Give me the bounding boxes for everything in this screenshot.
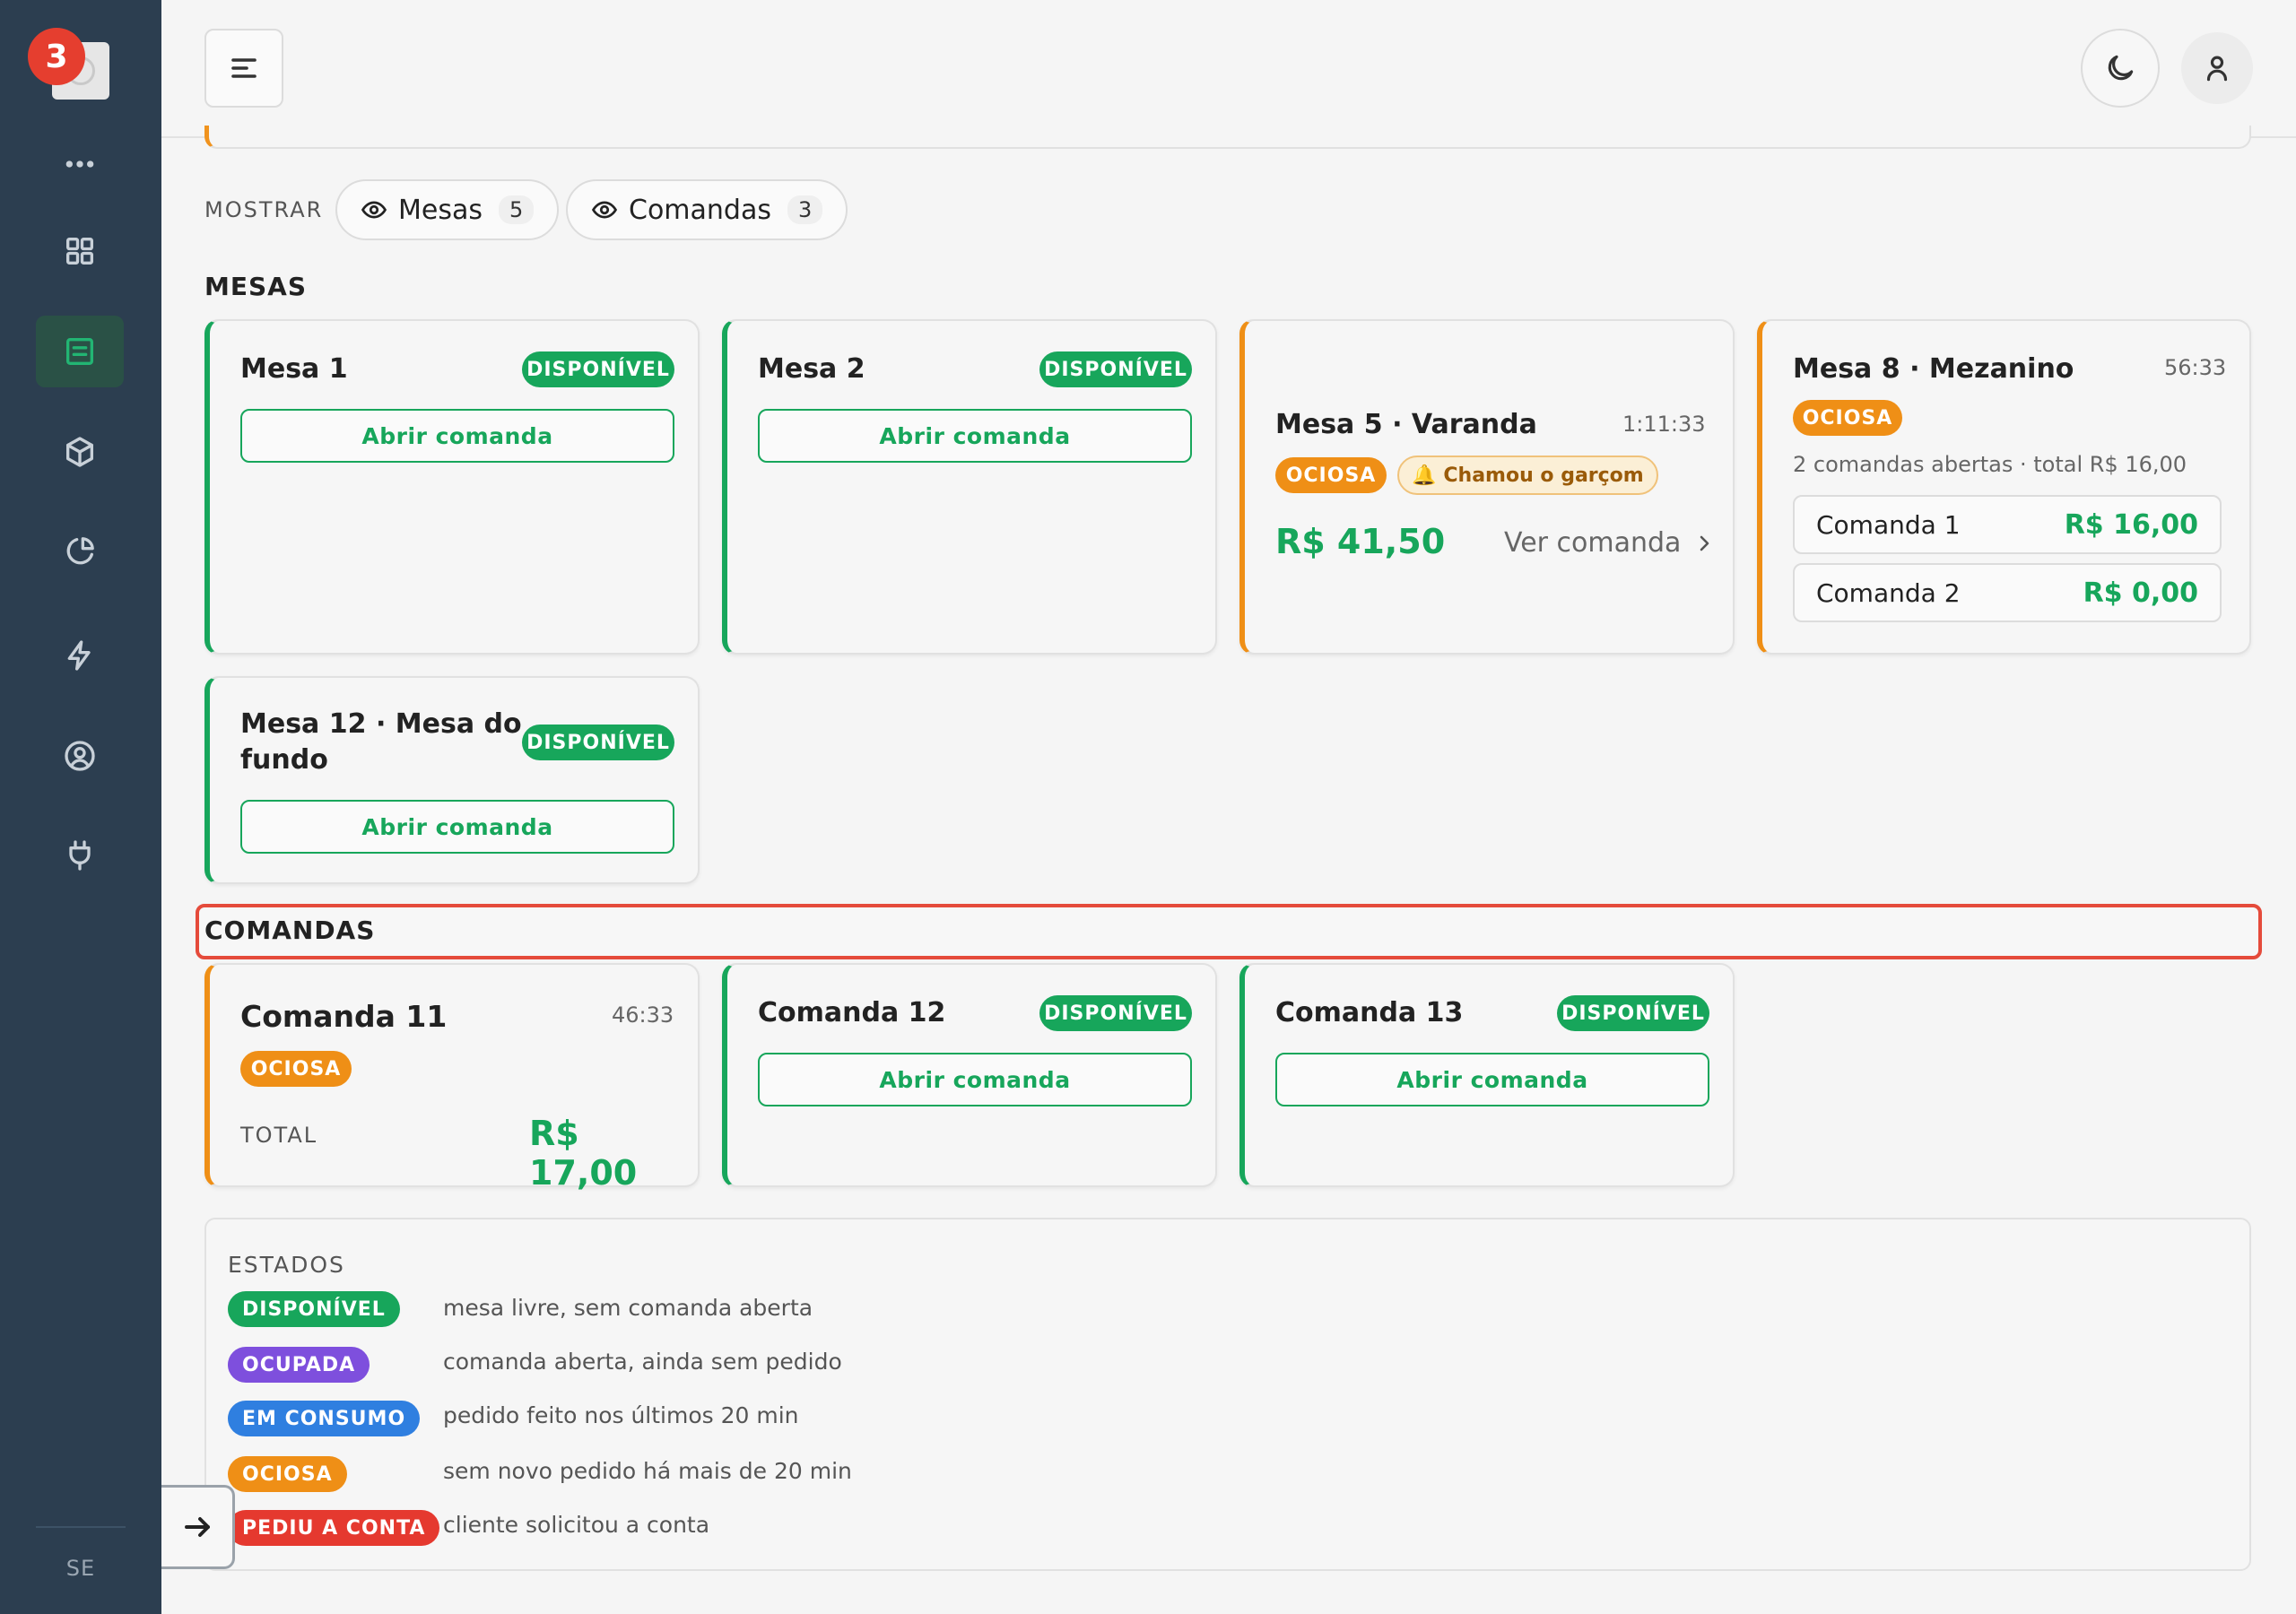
status-badge: DISPONÍVEL <box>1039 995 1192 1031</box>
menu-icon <box>231 58 257 78</box>
comanda-name: Comanda 13 <box>1275 997 1464 1028</box>
status-badge: OCIOSA <box>1275 457 1387 493</box>
moon-icon <box>2108 55 2134 81</box>
mesa-name: Mesa 1 <box>240 353 348 385</box>
mesa-total-price: R$ 41,50 <box>1275 522 1446 561</box>
theme-toggle-button[interactable] <box>2081 29 2160 108</box>
status-badge: DISPONÍVEL <box>1557 995 1709 1031</box>
sub-comanda-name: Comanda 2 <box>1816 577 1961 608</box>
eye-icon <box>591 201 618 219</box>
legend-badge-ociosa: OCIOSA <box>228 1456 347 1492</box>
sidebar-expand-button[interactable] <box>161 1485 235 1569</box>
eye-icon <box>361 201 387 219</box>
sub-comanda-row[interactable]: Comanda 1 R$ 16,00 <box>1793 495 2222 554</box>
comanda-total-price: R$ 17,00 <box>529 1114 638 1193</box>
view-comanda-label: Ver comanda <box>1504 527 1682 559</box>
legend-desc-disponivel: mesa livre, sem comanda aberta <box>443 1295 813 1321</box>
mesa-name: Mesa 2 <box>758 353 865 385</box>
sub-comanda-row[interactable]: Comanda 2 R$ 0,00 <box>1793 563 2222 622</box>
sub-comanda-price: R$ 16,00 <box>2064 508 2198 541</box>
grid-icon[interactable] <box>36 215 124 287</box>
mesa-name-line1: Mesa 12 · Mesa do <box>240 708 522 740</box>
filter-mesas-label: Mesas <box>398 194 483 226</box>
show-filter-label: MOSTRAR <box>204 197 324 222</box>
notification-badge[interactable]: 3 <box>28 28 85 85</box>
comanda-name: Comanda 11 <box>240 999 448 1034</box>
elapsed-timer: 56:33 <box>2164 355 2227 380</box>
total-label: TOTAL <box>240 1123 318 1148</box>
legend-badge-pediu-a-conta: PEDIU A CONTA <box>228 1510 440 1546</box>
user-circle-icon[interactable] <box>36 720 124 792</box>
section-title-mesas: MESAS <box>204 272 307 301</box>
mesa-card[interactable]: Mesa 1 DISPONÍVEL Abrir comanda <box>204 319 700 655</box>
filter-comandas-label: Comandas <box>629 194 771 226</box>
sidebar: 3 SE <box>0 0 161 1614</box>
sub-comanda-name: Comanda 1 <box>1816 509 1961 540</box>
user-menu-button[interactable] <box>2181 32 2253 104</box>
comandas-section-highlight <box>196 904 2262 959</box>
status-badge: DISPONÍVEL <box>522 351 674 387</box>
mesa-card[interactable]: Mesa 2 DISPONÍVEL Abrir comanda <box>722 319 1217 655</box>
bolt-icon[interactable] <box>36 620 124 691</box>
waiter-call-alert: 🔔 Chamou o garçom <box>1397 456 1658 495</box>
open-comanda-button[interactable]: Abrir comanda <box>1275 1053 1709 1106</box>
list-icon[interactable] <box>36 316 124 387</box>
status-badge: DISPONÍVEL <box>1039 351 1192 387</box>
legend-badge-disponivel: DISPONÍVEL <box>228 1291 400 1327</box>
status-badge: OCIOSA <box>240 1051 352 1087</box>
plug-icon[interactable] <box>36 820 124 891</box>
status-badge: DISPONÍVEL <box>522 725 674 760</box>
comanda-card[interactable]: Comanda 13 DISPONÍVEL Abrir comanda <box>1239 963 1735 1187</box>
status-legend: ESTADOS DISPONÍVEL mesa livre, sem coman… <box>204 1218 2251 1571</box>
waiter-call-text: Chamou o garçom <box>1443 464 1644 487</box>
filter-mesas-toggle[interactable]: Mesas 5 <box>335 179 560 240</box>
filter-mesas-count: 5 <box>498 195 535 224</box>
open-comanda-button[interactable]: Abrir comanda <box>758 1053 1192 1106</box>
elapsed-timer: 46:33 <box>612 1002 674 1028</box>
comanda-name: Comanda 12 <box>758 997 946 1028</box>
box-icon[interactable] <box>36 416 124 488</box>
menu-toggle-button[interactable] <box>204 29 283 108</box>
legend-title: ESTADOS <box>228 1252 345 1278</box>
mesa-card[interactable]: Mesa 5 · Varanda 1:11:33 OCIOSA 🔔 Chamou… <box>1239 319 1735 655</box>
sidebar-divider <box>36 1526 126 1528</box>
sub-comanda-price: R$ 0,00 <box>2083 577 2198 609</box>
arrow-right-icon <box>184 1517 210 1537</box>
more-icon[interactable] <box>36 128 124 200</box>
open-comanda-button[interactable]: Abrir comanda <box>240 800 674 854</box>
mesa-name: Mesa 8 · Mezanino <box>1793 353 2074 385</box>
pie-chart-icon[interactable] <box>36 516 124 587</box>
legend-badge-ocupada: OCUPADA <box>228 1347 370 1383</box>
filter-comandas-count: 3 <box>787 195 823 224</box>
comanda-card[interactable]: Comanda 12 DISPONÍVEL Abrir comanda <box>722 963 1217 1187</box>
open-comanda-button[interactable]: Abrir comanda <box>240 409 674 463</box>
top-header <box>161 0 2296 138</box>
status-badge: OCIOSA <box>1793 400 1902 436</box>
elapsed-timer: 1:11:33 <box>1622 412 1706 437</box>
mesa-card[interactable]: Mesa 8 · Mezanino 56:33 OCIOSA 2 comanda… <box>1757 319 2251 655</box>
open-comanda-button[interactable]: Abrir comanda <box>758 409 1192 463</box>
comanda-card[interactable]: Comanda 11 46:33 OCIOSA TOTAL R$ 17,00 <box>204 963 700 1193</box>
legend-desc-ocupada: comanda aberta, ainda sem pedido <box>443 1349 842 1375</box>
section-title-comandas: COMANDAS <box>204 915 376 945</box>
filter-comandas-toggle[interactable]: Comandas 3 <box>566 179 848 240</box>
previous-card-edge <box>204 126 2251 149</box>
comandas-summary: 2 comandas abertas · total R$ 16,00 <box>1793 452 2187 477</box>
mesa-card[interactable]: Mesa 12 · Mesa do fundo DISPONÍVEL Abrir… <box>204 676 700 884</box>
mesa-name: Mesa 5 · Varanda <box>1275 409 1537 440</box>
chevron-right-icon <box>1700 535 1709 551</box>
legend-desc-em-consumo: pedido feito nos últimos 20 min <box>443 1402 799 1428</box>
mesa-name-line2: fundo <box>240 744 328 776</box>
legend-desc-pediu-a-conta: cliente solicitou a conta <box>443 1512 710 1538</box>
bell-icon: 🔔 <box>1412 464 1437 487</box>
user-icon <box>2206 56 2228 82</box>
sidebar-footer-label: SE <box>65 1556 96 1581</box>
legend-badge-em-consumo: EM CONSUMO <box>228 1401 421 1436</box>
view-comanda-link[interactable]: Ver comanda <box>1504 527 1715 559</box>
legend-desc-ociosa: sem novo pedido há mais de 20 min <box>443 1458 852 1484</box>
